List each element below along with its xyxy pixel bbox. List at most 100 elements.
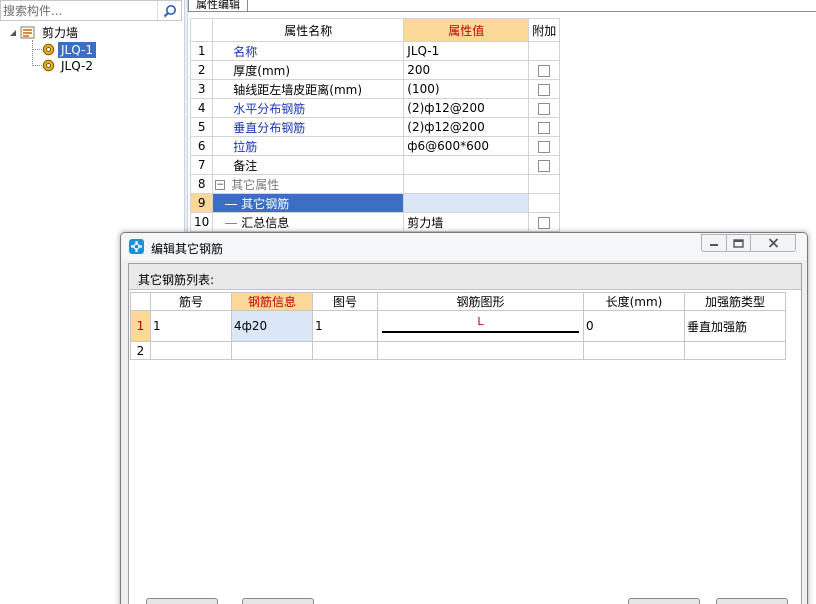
tree-node-label: 剪力墙: [42, 25, 79, 40]
rebar-shape-label: L: [477, 315, 484, 328]
property-extra-cell: [528, 193, 561, 213]
bar-no-cell[interactable]: [150, 341, 232, 360]
column-header-length[interactable]: 长度(mm): [583, 292, 685, 311]
edit-other-rebar-dialog: 编辑其它钢筋 其它钢筋列表: 筋号 钢筋信息 图号 钢筋图形 长度(mm) 加强…: [120, 232, 808, 604]
row-number: 6: [189, 136, 214, 156]
property-grid: 属性名称 属性值 附加 1 名称 JLQ-1 2 厚度(mm) 200 3 轴线…: [189, 18, 561, 232]
rebar-row[interactable]: 1 1 4ф20 1 L 0 垂直加强筋: [130, 310, 786, 342]
extra-checkbox[interactable]: [538, 140, 551, 153]
property-name: 其它属性: [231, 177, 280, 192]
tree-connector: [32, 40, 33, 66]
property-value[interactable]: (100): [403, 79, 530, 99]
app-logo-icon: [129, 239, 144, 254]
length-cell[interactable]: 0: [583, 310, 685, 342]
search-icon: [163, 4, 176, 17]
tree-connector: [32, 49, 42, 50]
property-row[interactable]: 6 拉筋 ф6@600*600: [189, 136, 561, 156]
property-row[interactable]: 1 名称 JLQ-1: [189, 41, 561, 61]
property-extra-cell: [528, 41, 561, 61]
row-number: 1: [189, 41, 214, 61]
property-value[interactable]: (2)ф12@200: [403, 117, 530, 137]
row-number: 4: [189, 98, 214, 118]
tree-connector: [225, 203, 238, 205]
property-row[interactable]: 7 备注: [189, 155, 561, 175]
property-row[interactable]: 3 轴线距左墙皮距离(mm) (100): [189, 79, 561, 99]
tree-connector: [32, 65, 42, 66]
tree-connector: [225, 222, 238, 224]
rebar-shape-cell[interactable]: [377, 341, 584, 360]
property-value[interactable]: ф6@600*600: [403, 136, 530, 156]
property-value[interactable]: 200: [403, 60, 530, 80]
search-input[interactable]: [3, 1, 155, 20]
rebar-grid-header: 筋号 钢筋信息 图号 钢筋图形 长度(mm) 加强筋类型: [130, 292, 786, 311]
tree-node-jlq-2[interactable]: JLQ-2: [42, 57, 96, 74]
component-gear-icon: [42, 59, 55, 72]
property-value[interactable]: [403, 155, 530, 175]
property-name: 垂直分布钢筋: [212, 117, 405, 137]
extra-checkbox[interactable]: [538, 102, 551, 115]
collapse-arrow-icon[interactable]: [8, 28, 18, 38]
figure-no-cell[interactable]: [312, 341, 378, 360]
property-name: 水平分布钢筋: [212, 98, 405, 118]
tab-property-edit[interactable]: 属性编辑: [188, 0, 248, 12]
extra-checkbox[interactable]: [538, 121, 551, 134]
maximize-button[interactable]: [726, 234, 751, 252]
close-button[interactable]: [750, 234, 796, 252]
column-header-extra[interactable]: 附加: [528, 18, 561, 42]
rebar-type-cell[interactable]: 垂直加强筋: [684, 310, 786, 342]
rebar-list-label-bar: 其它钢筋列表:: [129, 264, 801, 290]
property-row[interactable]: 10 汇总信息 剪力墙: [189, 212, 561, 232]
property-name: 轴线距左墙皮距离(mm): [212, 79, 405, 99]
column-header-rebar-info[interactable]: 钢筋信息: [231, 292, 313, 311]
property-value[interactable]: [403, 193, 530, 213]
column-header-rebar-type[interactable]: 加强筋类型: [684, 292, 786, 311]
property-value: [403, 174, 530, 194]
column-header-bar-no[interactable]: 筋号: [150, 292, 232, 311]
search-button[interactable]: [157, 1, 181, 20]
bar-no-cell[interactable]: 1: [150, 310, 232, 342]
tree-node-shear-wall[interactable]: 剪力墙: [8, 24, 81, 41]
cancel-button[interactable]: [716, 598, 788, 604]
rebar-type-cell[interactable]: [684, 341, 786, 360]
column-header-value[interactable]: 属性值: [403, 18, 530, 42]
dialog-title-bar[interactable]: 编辑其它钢筋: [121, 233, 807, 260]
rebar-list-label: 其它钢筋列表:: [138, 273, 215, 287]
figure-no-cell[interactable]: 1: [312, 310, 378, 342]
extra-checkbox[interactable]: [538, 64, 551, 77]
property-row[interactable]: 2 厚度(mm) 200: [189, 60, 561, 80]
length-cell[interactable]: [583, 341, 685, 360]
column-header-figure-no[interactable]: 图号: [312, 292, 378, 311]
property-row[interactable]: 5 垂直分布钢筋 (2)ф12@200: [189, 117, 561, 137]
delete-button[interactable]: [242, 598, 314, 604]
row-number: 7: [189, 155, 214, 175]
property-name: 拉筋: [212, 136, 405, 156]
property-row-selected[interactable]: 9 其它钢筋: [189, 193, 561, 213]
extra-checkbox[interactable]: [538, 83, 551, 96]
confirm-button[interactable]: [628, 598, 700, 604]
rebar-shape-cell[interactable]: L: [377, 310, 584, 342]
property-value[interactable]: (2)ф12@200: [403, 98, 530, 118]
extra-checkbox[interactable]: [538, 159, 551, 172]
property-value[interactable]: JLQ-1: [403, 41, 530, 61]
minimize-button[interactable]: [701, 234, 727, 252]
insert-button[interactable]: [146, 598, 218, 604]
rebar-info-cell[interactable]: [231, 341, 313, 360]
rebar-row[interactable]: 2: [130, 341, 786, 360]
app-window: 剪力墙 JLQ-1 JLQ-2 属性编辑: [0, 0, 816, 604]
property-group-row[interactable]: 8 − 其它属性: [189, 174, 561, 194]
rebar-shape-line: [382, 331, 579, 333]
row-number: 10: [189, 212, 214, 232]
property-row[interactable]: 4 水平分布钢筋 (2)ф12@200: [189, 98, 561, 118]
column-header-name[interactable]: 属性名称: [212, 18, 405, 42]
collapse-group-icon[interactable]: −: [215, 180, 226, 190]
row-number-header: [189, 18, 214, 42]
property-value[interactable]: 剪力墙: [403, 212, 530, 232]
component-gear-icon: [42, 43, 55, 56]
column-header-rebar-shape[interactable]: 钢筋图形: [377, 292, 584, 311]
tree-node-jlq-1[interactable]: JLQ-1: [42, 41, 96, 58]
rebar-info-cell[interactable]: 4ф20: [231, 310, 313, 342]
close-icon: [768, 238, 778, 248]
tree-node-label: JLQ-2: [61, 58, 93, 73]
extra-checkbox[interactable]: [538, 216, 551, 229]
row-number-header: [130, 292, 151, 311]
